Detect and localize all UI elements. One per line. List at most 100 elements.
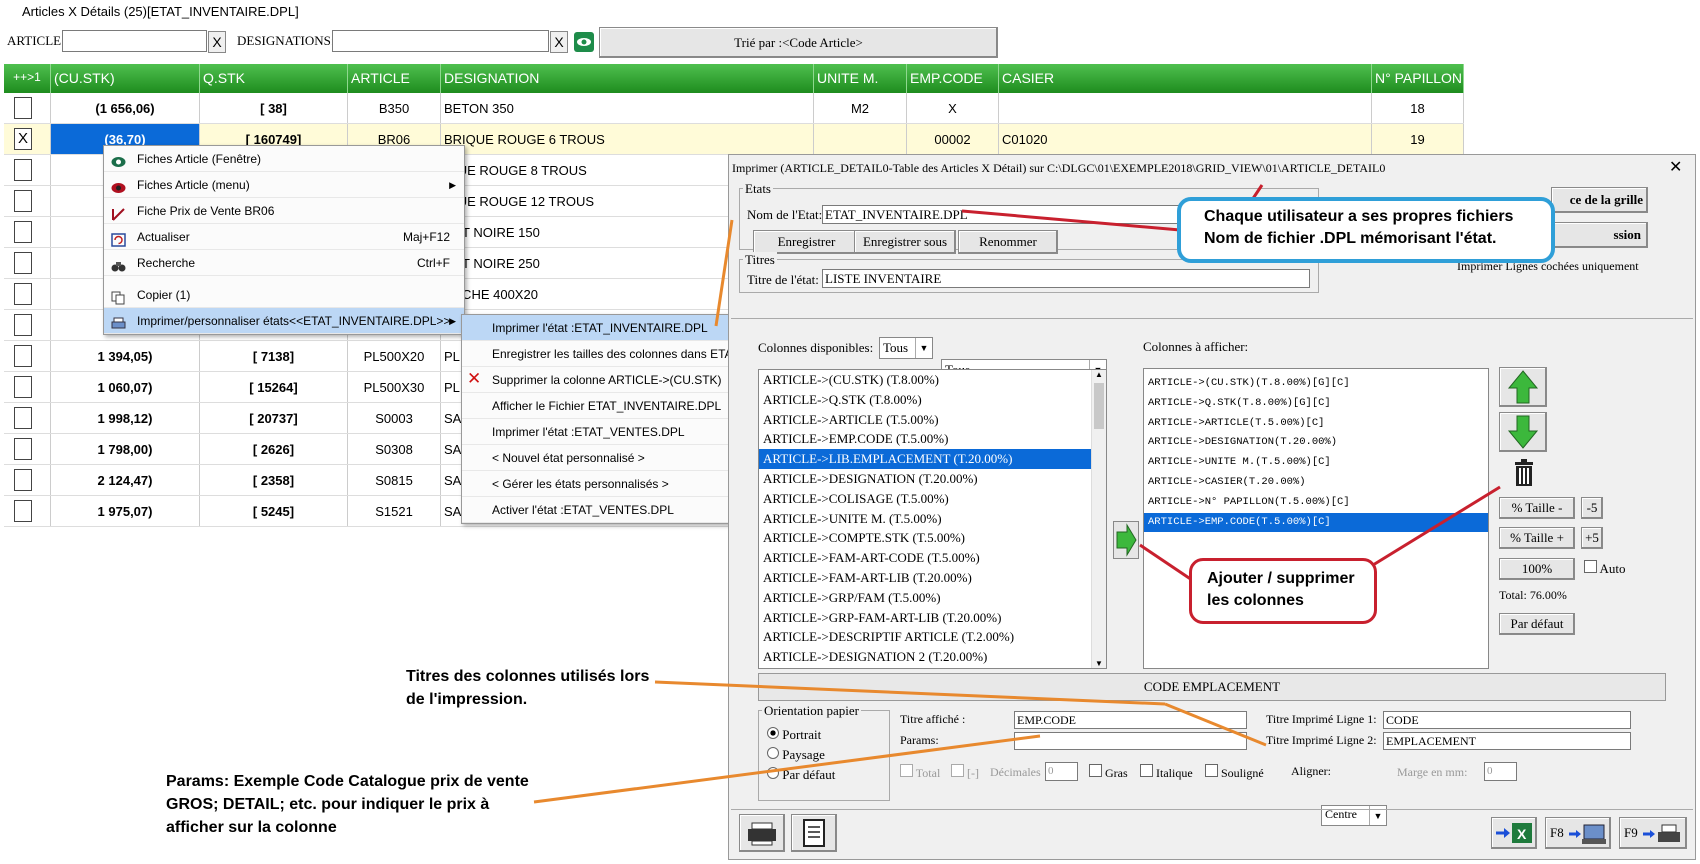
row-select-cell[interactable] [4, 372, 51, 402]
clear-designations-button[interactable]: X [550, 31, 568, 53]
trash-icon[interactable] [1513, 459, 1535, 487]
paysage-radio[interactable]: Paysage [767, 747, 825, 763]
move-up-button[interactable] [1499, 367, 1547, 407]
header-qstk[interactable]: Q.STK [200, 64, 348, 93]
designations-filter-input[interactable] [332, 30, 549, 52]
available-column-item[interactable]: ARTICLE->UNITE M. (T.5.00%) [759, 509, 1106, 529]
row-checkbox[interactable] [14, 159, 32, 181]
menu-item-copier[interactable]: Copier (1) [104, 282, 464, 308]
grille-button[interactable]: ce de la grille [1551, 187, 1648, 213]
displayed-column-item[interactable]: ARTICLE->(CU.STK)(T.8.00%)[G][C] [1144, 374, 1488, 394]
cell-unite[interactable] [814, 124, 907, 154]
row-checkbox[interactable] [14, 221, 32, 243]
available-column-item[interactable]: ARTICLE->ARTICLE (T.5.00%) [759, 410, 1106, 430]
cell-article[interactable]: PL500X20 [348, 341, 441, 371]
row-checkbox[interactable] [14, 345, 32, 367]
row-checkbox[interactable] [14, 283, 32, 305]
defaut-radio[interactable]: Par défaut [767, 767, 835, 783]
row-select-cell[interactable] [4, 403, 51, 433]
menu-item-fiche-prix[interactable]: Fiche Prix de Vente BR06 [104, 198, 464, 224]
bracket-option[interactable]: [-] [951, 764, 979, 781]
cell-qstk[interactable]: [ 2626] [200, 434, 348, 464]
plus5-button[interactable]: +5 [1581, 527, 1603, 549]
cell-custk[interactable]: (1 656,06) [51, 93, 200, 123]
cell-article[interactable]: S0308 [348, 434, 441, 464]
decimales-input[interactable]: 0 [1045, 762, 1078, 781]
cell-article[interactable]: S0815 [348, 465, 441, 495]
available-column-item[interactable]: ARTICLE->GRP/FAM (T.5.00%) [759, 588, 1106, 608]
ligne2-input[interactable]: EMPLACEMENT [1383, 732, 1631, 750]
par-defaut-button[interactable]: Par défaut [1499, 613, 1575, 635]
marge-input[interactable]: 0 [1484, 762, 1517, 781]
header-papillon[interactable]: N° PAPILLON [1372, 64, 1464, 93]
submenu-enregistrer-tailles[interactable]: Enregistrer les tailles des colonnes dan… [462, 341, 730, 367]
row-select-cell[interactable] [4, 310, 51, 340]
available-column-item[interactable]: ARTICLE->DESCRIPTIF ARTICLE (T.2.00%) [759, 627, 1106, 647]
cell-article[interactable]: B350 [348, 93, 441, 123]
scroll-up-icon[interactable]: ▲ [1092, 370, 1106, 379]
displayed-column-item[interactable]: ARTICLE->ARTICLE(T.5.00%)[C] [1144, 414, 1488, 434]
cell-custk[interactable]: 1 798,00) [51, 434, 200, 464]
cell-custk[interactable]: 2 124,47) [51, 465, 200, 495]
bracket-check[interactable] [951, 764, 964, 777]
available-column-item[interactable]: ARTICLE->EMP.CODE (T.5.00%) [759, 429, 1106, 449]
transfer-button[interactable] [1113, 521, 1139, 559]
f9-button[interactable]: F9 [1619, 817, 1687, 849]
header-casier[interactable]: CASIER [999, 64, 1372, 93]
enregistrer-sous-button[interactable]: Enregistrer sous [854, 230, 956, 254]
displayed-column-item[interactable]: ARTICLE->EMP.CODE(T.5.00%)[C] [1144, 512, 1488, 533]
enregistrer-button[interactable]: Enregistrer [753, 230, 860, 254]
cell-qstk[interactable]: [ 38] [200, 93, 348, 123]
eye-icon[interactable] [574, 32, 594, 52]
minus5-button[interactable]: -5 [1581, 497, 1603, 519]
cell-custk[interactable]: 1 060,07) [51, 372, 200, 402]
cell-custk[interactable]: 1 975,07) [51, 496, 200, 526]
cell-designation[interactable]: BETON 350 [441, 93, 814, 123]
available-column-item[interactable]: ARTICLE->COMPTE.STK (T.5.00%) [759, 528, 1106, 548]
row-select-cell[interactable] [4, 341, 51, 371]
submenu-imprimer-ventes[interactable]: Imprimer l'état :ETAT_VENTES.DPL [462, 419, 730, 445]
titre-etat-input[interactable]: LISTE INVENTAIRE [822, 269, 1310, 288]
row-select-cell[interactable] [4, 217, 51, 247]
cell-qstk[interactable]: [ 5245] [200, 496, 348, 526]
row-checkbox[interactable] [14, 314, 32, 336]
submenu-gerer-etats[interactable]: < Gérer les états personnalisés > [462, 471, 730, 497]
f8-button[interactable]: F8 [1545, 817, 1611, 849]
header-unite[interactable]: UNITE M. [814, 64, 907, 93]
italique-check[interactable] [1140, 764, 1153, 777]
scroll-thumb[interactable] [1094, 383, 1104, 429]
available-column-item[interactable]: ARTICLE->DESIGNATION 2 (T.20.00%) [759, 647, 1106, 667]
taille-minus-button[interactable]: % Taille - [1499, 497, 1575, 519]
cell-designation[interactable]: BRIQUE ROUGE 6 TROUS [441, 124, 814, 154]
ligne1-input[interactable]: CODE [1383, 711, 1631, 729]
row-select-cell[interactable] [4, 465, 51, 495]
row-select-cell[interactable] [4, 279, 51, 309]
available-column-item[interactable]: ARTICLE->LIB.EMPLACEMENT (T.20.00%) [759, 449, 1106, 469]
gras-check[interactable] [1089, 764, 1102, 777]
cell-papillon[interactable]: 19 [1372, 124, 1464, 154]
italique-option[interactable]: Italique [1140, 764, 1193, 781]
cell-papillon[interactable]: 18 [1372, 93, 1464, 123]
available-column-item[interactable]: ARTICLE->GRP-FAM-ART-LIB (T.20.00%) [759, 608, 1106, 628]
displayed-column-item[interactable]: ARTICLE->Q.STK(T.8.00%)[G][C] [1144, 394, 1488, 414]
radio[interactable] [767, 767, 779, 779]
menu-item-recherche[interactable]: Recherche Ctrl+F [104, 250, 464, 276]
header-article[interactable]: ARTICLE [348, 64, 441, 93]
gras-option[interactable]: Gras [1089, 764, 1128, 781]
article-filter-input[interactable] [62, 30, 207, 52]
menu-item-actualiser[interactable]: Actualiser Maj+F12 [104, 224, 464, 250]
row-select-cell[interactable] [4, 155, 51, 185]
preview-button[interactable] [791, 814, 837, 852]
table-row[interactable]: (1 656,06)[ 38] B350 BETON 350 M2 X 18 [4, 93, 1464, 124]
cell-article[interactable]: S0003 [348, 403, 441, 433]
renommer-button[interactable]: Renommer [958, 230, 1058, 254]
cell-qstk[interactable]: [ 20737] [200, 403, 348, 433]
souligne-check[interactable] [1205, 764, 1218, 777]
row-checkbox[interactable] [14, 97, 32, 119]
row-checkbox[interactable] [14, 252, 32, 274]
cell-custk[interactable]: 1 998,12) [51, 403, 200, 433]
excel-export-button[interactable]: X [1491, 817, 1537, 849]
auto-checkbox[interactable]: Auto [1584, 560, 1626, 577]
header-custk[interactable]: (CU.STK) [51, 64, 200, 93]
cell-emp[interactable]: 00002 [907, 124, 999, 154]
